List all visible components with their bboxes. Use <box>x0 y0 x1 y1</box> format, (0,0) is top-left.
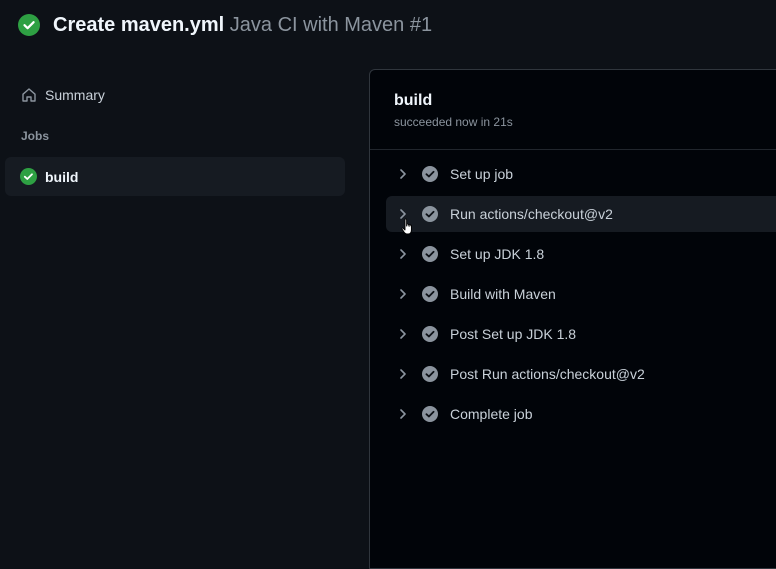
check-circle-fill-icon <box>422 206 438 222</box>
job-header: build succeeded now in 21s <box>370 70 776 150</box>
job-step-row[interactable]: Run actions/checkout@v2 <box>386 196 776 232</box>
step-label: Set up job <box>450 166 514 182</box>
chevron-right-icon[interactable] <box>398 169 408 179</box>
check-circle-fill-icon <box>422 166 438 182</box>
jobs-heading: Jobs <box>21 129 50 143</box>
job-step-row[interactable]: Set up JDK 1.8 <box>386 236 776 272</box>
chevron-right-icon[interactable] <box>398 369 408 379</box>
step-label: Post Set up JDK 1.8 <box>450 326 577 342</box>
run-header: Create maven.yml Java CI with Maven #1 <box>0 0 776 50</box>
job-status-text: succeeded now in 21s <box>394 115 513 129</box>
step-label: Set up JDK 1.8 <box>450 246 545 262</box>
chevron-right-icon[interactable] <box>398 409 408 419</box>
sidebar-item-label: Summary <box>45 87 105 103</box>
step-label: Run actions/checkout@v2 <box>450 206 613 222</box>
step-label: Build with Maven <box>450 286 556 302</box>
step-label: Complete job <box>450 406 533 422</box>
job-title: build <box>394 92 433 109</box>
sidebar-item-summary[interactable]: Summary <box>5 76 345 114</box>
home-icon <box>22 88 36 102</box>
page-title: Create maven.yml Java CI with Maven #1 <box>53 12 432 38</box>
commit-title: Create maven.yml <box>53 14 225 36</box>
chevron-right-icon[interactable] <box>398 329 408 339</box>
check-circle-fill-icon <box>422 326 438 342</box>
job-step-row[interactable]: Complete job <box>386 396 776 432</box>
sidebar: Summary Jobs build <box>0 70 370 552</box>
sidebar-item-job-build[interactable]: build <box>5 157 345 196</box>
job-step-row[interactable]: Post Set up JDK 1.8 <box>386 316 776 352</box>
chevron-right-icon[interactable] <box>398 289 408 299</box>
check-circle-fill-icon <box>18 14 40 36</box>
step-list: Set up job Run actions/checkout@v2 Set up … <box>370 156 776 436</box>
chevron-right-icon[interactable] <box>398 209 408 219</box>
job-step-row[interactable]: Build with Maven <box>386 276 776 312</box>
check-circle-fill-icon <box>422 366 438 382</box>
check-circle-fill-icon <box>422 246 438 262</box>
job-log-panel: build succeeded now in 21s Set up job Run… <box>369 69 776 569</box>
check-circle-fill-icon <box>20 168 37 185</box>
chevron-right-icon[interactable] <box>398 249 408 259</box>
job-step-row[interactable]: Set up job <box>386 156 776 192</box>
step-label: Post Run actions/checkout@v2 <box>450 366 645 382</box>
check-circle-fill-icon <box>422 286 438 302</box>
sidebar-item-label: build <box>45 169 79 185</box>
workflow-run-name: Java CI with Maven #1 <box>229 14 433 36</box>
job-step-row[interactable]: Post Run actions/checkout@v2 <box>386 356 776 392</box>
check-circle-fill-icon <box>422 406 438 422</box>
